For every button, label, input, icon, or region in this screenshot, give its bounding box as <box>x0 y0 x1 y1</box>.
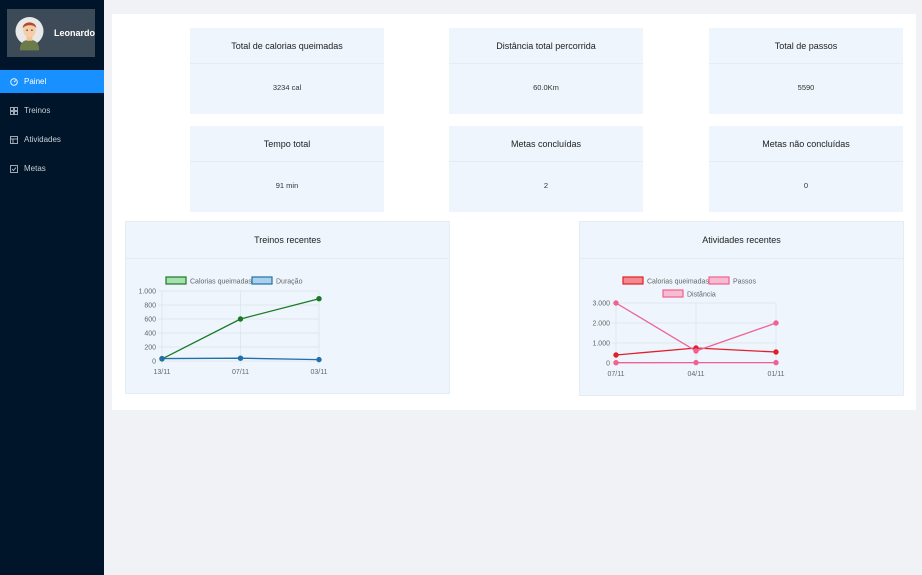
stat-value: 3234 cal <box>272 82 302 92</box>
stat-card-goals-pending: Metas não concluídas 0 <box>709 126 903 212</box>
stat-title: Tempo total <box>190 126 384 162</box>
data-point <box>237 355 244 361</box>
x-tick-label: 07/11 <box>608 371 625 378</box>
sidebar-item-painel[interactable]: Painel <box>0 70 104 93</box>
legend-label: Duração <box>276 279 303 286</box>
stat-card-distance: Distância total percorrida 60.0Km <box>449 28 643 114</box>
y-tick-label: 200 <box>144 345 156 352</box>
calendar-icon <box>10 135 18 144</box>
y-tick-label: 600 <box>144 317 156 324</box>
stat-value: 2 <box>543 180 549 190</box>
data-point <box>237 316 244 322</box>
avatar <box>15 17 44 51</box>
sidebar-item-label: Metas <box>24 164 46 173</box>
sidebar-nav: Painel Treinos Atividades Metas <box>0 70 104 186</box>
x-tick-label: 01/11 <box>768 371 785 378</box>
y-tick-label: 400 <box>144 331 156 338</box>
check-square-icon <box>10 164 18 173</box>
chart-card-recent-workouts: Treinos recentes Calorias queimadas Duraç… <box>125 221 450 394</box>
y-tick-label: 0 <box>606 361 610 368</box>
stat-title: Distância total percorrida <box>449 28 643 64</box>
grid-icon <box>10 106 18 115</box>
legend-swatch <box>708 276 730 285</box>
user-name: Leonardo <box>53 28 95 38</box>
stat-title: Total de passos <box>709 28 903 64</box>
legend-label: Calorias queimadas <box>190 279 252 286</box>
dashboard-content: Total de calorias queimadas 3234 cal Dis… <box>112 14 916 410</box>
legend-swatch <box>165 276 187 285</box>
data-point <box>773 349 779 355</box>
data-point <box>773 320 779 326</box>
sidebar-item-atividades[interactable]: Atividades <box>0 128 104 151</box>
legend-swatch <box>622 276 644 285</box>
stat-value: 91 min <box>275 180 299 190</box>
data-point <box>316 356 322 363</box>
data-point <box>693 348 699 354</box>
y-tick-label: 0 <box>152 359 156 366</box>
y-tick-label: 1.000 <box>138 289 156 296</box>
data-point <box>316 296 322 302</box>
stat-title: Metas concluídas <box>449 126 643 162</box>
sidebar-item-label: Treinos <box>24 106 51 115</box>
legend-label: Distância <box>687 292 716 299</box>
legend-label: Calorias queimadas <box>647 279 709 286</box>
sidebar-item-treinos[interactable]: Treinos <box>0 99 104 122</box>
stat-title: Total de calorias queimadas <box>190 28 384 64</box>
user-profile[interactable]: Leonardo <box>7 9 95 57</box>
sidebar-item-metas[interactable]: Metas <box>0 157 104 180</box>
data-point <box>613 300 619 306</box>
sidebar-item-label: Painel <box>24 77 47 86</box>
y-tick-label: 1.000 <box>592 341 610 348</box>
recent-activities-chart: Calorias queimadas Passos Distância 0 1.000 2… <box>592 276 785 378</box>
legend-swatch <box>251 276 273 285</box>
x-tick-label: 03/11 <box>311 369 328 376</box>
sidebar-item-label: Atividades <box>24 135 61 144</box>
stat-value: 5590 <box>797 82 815 92</box>
y-tick-label: 800 <box>144 303 156 310</box>
y-tick-label: 3.000 <box>592 301 610 308</box>
stat-title: Metas não concluídas <box>709 126 903 162</box>
legend-swatch <box>662 289 684 298</box>
sidebar: Leonardo Painel Treinos Atividades Metas <box>0 0 104 575</box>
dashboard-icon <box>10 77 18 86</box>
data-point <box>613 352 619 358</box>
x-tick-label: 13/11 <box>154 369 171 376</box>
x-tick-label: 04/11 <box>688 371 705 378</box>
stat-value: 60.0Km <box>533 82 559 92</box>
chart-card-recent-activities: Atividades recentes Calorias queimadas Pa… <box>579 221 904 396</box>
data-point <box>159 355 165 362</box>
data-point <box>613 360 619 366</box>
stat-card-calories: Total de calorias queimadas 3234 cal <box>190 28 384 114</box>
x-tick-label: 07/11 <box>232 369 249 376</box>
stat-card-goals-completed: Metas concluídas 2 <box>449 126 643 212</box>
data-point <box>773 359 779 366</box>
data-point <box>693 359 699 366</box>
recent-workouts-chart: Calorias queimadas Duração 0 200 400 600 800 1.… <box>138 276 328 376</box>
legend-label: Passos <box>733 279 756 286</box>
chart-title: Atividades recentes <box>580 222 903 259</box>
stat-value: 0 <box>803 180 809 190</box>
stat-card-steps: Total de passos 5590 <box>709 28 903 114</box>
y-tick-label: 2.000 <box>592 321 610 328</box>
chart-title: Treinos recentes <box>126 222 449 259</box>
stat-card-time: Tempo total 91 min <box>190 126 384 212</box>
